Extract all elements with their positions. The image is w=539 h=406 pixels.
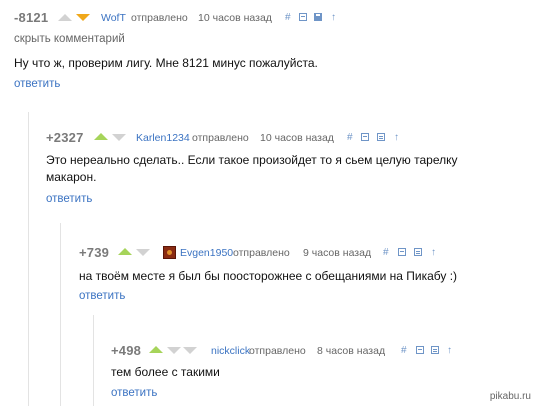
reply-form-icon[interactable] — [414, 248, 422, 256]
hide-comment-link[interactable]: скрыть комментарий — [14, 33, 125, 45]
comment-2: +2327 Karlen1234 отправлено 10 часов наз… — [46, 130, 536, 205]
comment-score: +2327 — [46, 130, 84, 145]
upvote-arrow-icon[interactable] — [118, 248, 132, 255]
comment-text: на твоём месте я был бы поосторожнее с о… — [79, 269, 458, 283]
reply-link[interactable]: ответить — [46, 193, 92, 205]
comment-1: -8121 WofT отправлено 10 часов назад # ↑… — [14, 10, 534, 90]
comment-time: 10 часов назад — [260, 132, 334, 144]
comment-author[interactable]: Evgen1950 — [180, 247, 233, 259]
posted-label: отправлено — [249, 345, 306, 357]
posted-label: отправлено — [131, 12, 188, 24]
comment-4: +498 nickclick отправлено 8 часов назад … — [111, 343, 531, 399]
reply-link[interactable]: ответить — [14, 78, 60, 90]
downvote-arrow-icon[interactable] — [76, 14, 90, 21]
go-parent-arrow-icon[interactable]: ↑ — [394, 132, 399, 144]
go-parent-arrow-icon[interactable]: ↑ — [447, 345, 452, 357]
comment-score: +498 — [111, 343, 142, 358]
downvote-arrow-icon-secondary[interactable] — [183, 347, 197, 354]
collapse-icon[interactable] — [361, 133, 369, 141]
thread-line-3 — [93, 315, 94, 406]
comment-score: -8121 — [14, 10, 49, 25]
comment-header: -8121 WofT отправлено 10 часов назад # ↑ — [14, 10, 534, 28]
comment-author[interactable]: nickclick — [211, 345, 250, 357]
comment-text-line-1: Это нереально сделать.. Если такое произ… — [46, 153, 458, 167]
posted-label: отправлено — [192, 132, 249, 144]
comment-text: тем более с такими — [111, 365, 220, 379]
permalink-hash-icon[interactable]: # — [401, 345, 407, 357]
comment-score: +739 — [79, 245, 110, 260]
comment-time: 8 часов назад — [317, 345, 386, 357]
comment-time: 9 часов назад — [303, 247, 372, 259]
permalink-hash-icon[interactable]: # — [285, 12, 291, 24]
comment-author[interactable]: Karlen1234 — [136, 132, 190, 144]
downvote-arrow-icon[interactable] — [136, 249, 150, 256]
go-parent-arrow-icon[interactable]: ↑ — [431, 247, 436, 259]
upvote-arrow-icon[interactable] — [58, 14, 72, 21]
collapse-icon[interactable] — [398, 248, 406, 256]
reply-form-icon[interactable] — [377, 133, 385, 141]
thread-line-2 — [60, 223, 61, 406]
reply-form-icon[interactable] — [431, 346, 439, 354]
comment-header: +2327 Karlen1234 отправлено 10 часов наз… — [46, 130, 536, 148]
watermark: pikabu.ru — [489, 391, 531, 402]
permalink-hash-icon[interactable]: # — [347, 132, 353, 144]
upvote-arrow-icon[interactable] — [149, 346, 163, 353]
reply-link[interactable]: ответить — [111, 387, 157, 399]
avatar[interactable] — [163, 246, 176, 259]
posted-label: отправлено — [233, 247, 290, 259]
permalink-hash-icon[interactable]: # — [383, 247, 389, 259]
downvote-arrow-icon[interactable] — [167, 347, 181, 354]
collapse-icon[interactable] — [416, 346, 424, 354]
comment-text: Ну что ж, проверим лигу. Мне 8121 минус … — [14, 56, 318, 70]
thread-line-1 — [28, 112, 29, 406]
comment-header: +739 Evgen1950 отправлено 9 часов назад … — [79, 245, 539, 263]
upvote-arrow-icon[interactable] — [94, 133, 108, 140]
collapse-icon[interactable] — [299, 13, 307, 21]
comment-text-line-2: макарон. — [46, 170, 97, 184]
comment-time: 10 часов назад — [198, 12, 272, 24]
comment-header: +498 nickclick отправлено 8 часов назад … — [111, 343, 531, 361]
downvote-arrow-icon[interactable] — [112, 134, 126, 141]
save-icon[interactable] — [314, 13, 322, 21]
reply-link[interactable]: ответить — [79, 290, 125, 302]
comment-3: +739 Evgen1950 отправлено 9 часов назад … — [79, 245, 539, 302]
go-parent-arrow-icon[interactable]: ↑ — [331, 12, 336, 24]
comment-author[interactable]: WofT — [101, 12, 126, 24]
